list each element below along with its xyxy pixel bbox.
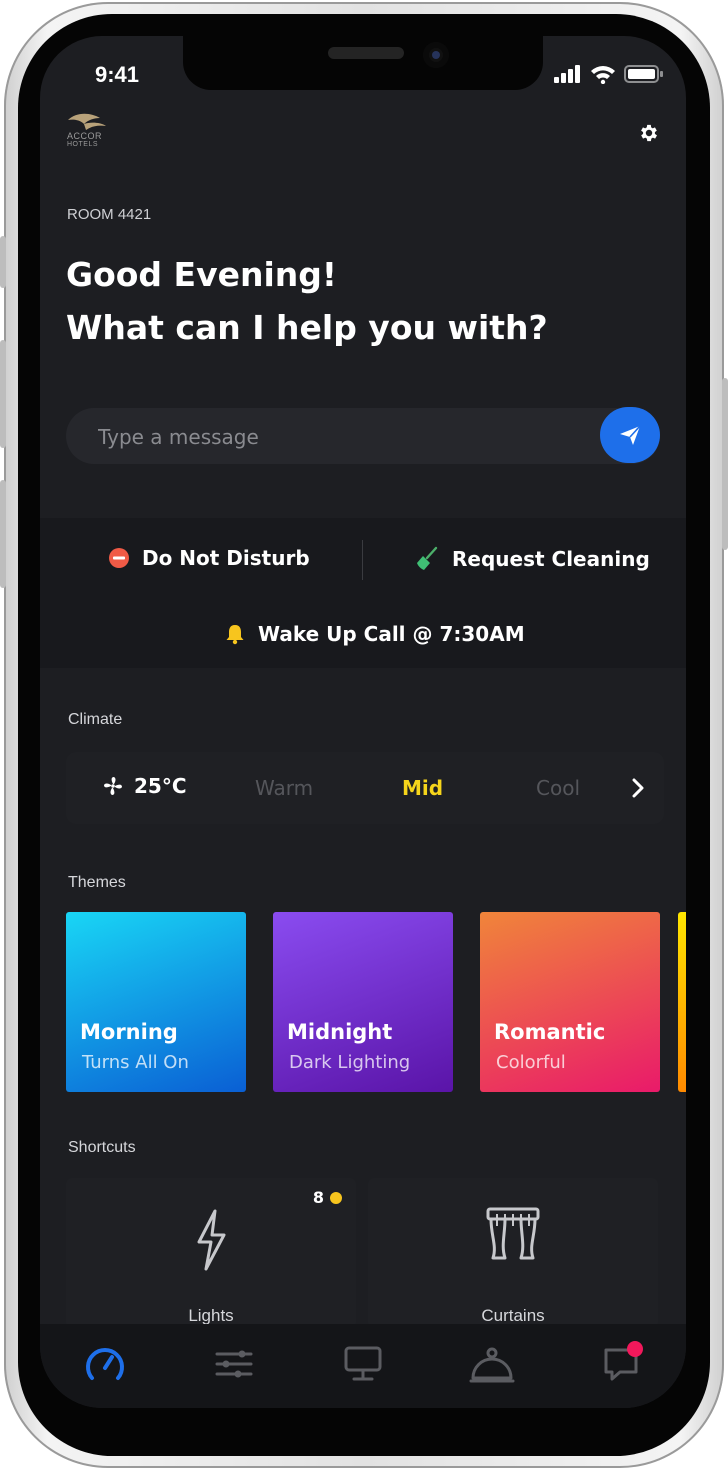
bell-icon [226,625,244,645]
wake-up-call-label: Wake Up Call @ 7:30AM [258,622,525,646]
fan-icon [104,777,122,795]
volume-up-button [0,340,6,448]
shortcut-lights[interactable]: 8 Lights [66,1178,356,1328]
climate-temperature: 25°C [102,774,187,798]
shortcuts-section-label: Shortcuts [68,1139,136,1156]
greeting-line-1: Good Evening! [66,255,337,294]
do-not-disturb-icon [109,548,129,568]
greeting: Good Evening! What can I help you with? [66,248,548,354]
mute-switch [0,236,6,288]
lights-count-badge: 8 [313,1188,342,1207]
theme-subtitle: Dark Lighting [289,1052,411,1073]
earpiece-speaker [328,47,404,59]
status-time: 9:41 [95,62,140,87]
climate-section-label: Climate [68,711,123,728]
volume-down-button [0,480,6,588]
theme-card-partial[interactable] [678,912,686,1092]
tab-dashboard[interactable] [81,1340,129,1388]
send-button[interactable] [600,407,660,463]
tab-bar [40,1324,686,1408]
status-dot [330,1191,342,1204]
theme-title: Midnight [287,1020,393,1044]
climate-option-mid[interactable]: Mid [402,776,443,800]
tab-controls[interactable] [210,1340,258,1388]
tab-chat[interactable] [597,1340,645,1388]
theme-title: Morning [80,1020,178,1044]
notch [183,36,543,90]
room-number: ROOM 4421 [67,206,152,223]
theme-subtitle: Turns All On [82,1052,189,1073]
request-cleaning-button[interactable]: Request Cleaning [414,546,650,572]
shortcut-curtains[interactable]: Curtains [368,1178,658,1328]
shortcut-label: Lights [188,1306,234,1325]
wake-up-call-button[interactable]: Wake Up Call @ 7:30AM [224,622,525,646]
quick-actions-divider [362,540,363,580]
tab-tv[interactable] [339,1340,387,1388]
shortcut-label: Curtains [481,1306,545,1325]
theme-subtitle: Colorful [496,1052,566,1073]
signal-icon [554,65,580,83]
do-not-disturb-button[interactable]: Do Not Disturb [108,546,310,570]
theme-title: Romantic [494,1020,606,1044]
theme-card-midnight[interactable]: Midnight Dark Lighting [273,912,453,1092]
climate-option-cool[interactable]: Cool [536,776,580,800]
theme-card-morning[interactable]: Morning Turns All On [66,912,246,1092]
chevron-right-icon[interactable] [628,776,648,800]
climate-control: 25°C Warm Mid Cool [66,752,664,824]
message-bar [66,407,660,466]
wifi-icon [591,66,615,84]
lights-count: 8 [312,1188,324,1207]
send-icon [620,425,641,445]
temperature-value: 25°C [134,774,187,798]
controls-icon [215,1350,253,1378]
front-camera [423,42,449,68]
logo-line-1: ACCOR [67,131,103,141]
do-not-disturb-label: Do Not Disturb [142,546,310,570]
curtains-icon [486,1207,540,1260]
power-button [722,378,728,550]
broom-icon [417,546,438,570]
tab-room-service[interactable] [468,1340,516,1388]
logo-wordmark: ACCOR HOTELS [67,131,102,148]
request-cleaning-label: Request Cleaning [452,547,650,571]
quick-actions: Do Not Disturb Request Cleaning Wake Up … [40,518,686,668]
room-service-icon [469,1347,515,1383]
theme-card-romantic[interactable]: Romantic Colorful [480,912,660,1092]
gear-icon[interactable] [638,122,660,144]
app-screen: 9:41 ACCOR HOTELS ROOM 4421 Good Evening… [40,36,686,1408]
message-input[interactable] [96,408,580,466]
climate-option-warm[interactable]: Warm [255,776,313,800]
battery-icon [624,65,663,83]
chat-notification-badge [627,1341,643,1357]
logo-line-2: HOTELS [67,141,99,148]
greeting-line-2: What can I help you with? [66,308,548,347]
tv-icon [344,1346,382,1381]
themes-section-label: Themes [68,874,126,891]
status-icons [554,64,664,84]
lightning-icon [197,1209,226,1271]
dashboard-icon [86,1348,124,1380]
